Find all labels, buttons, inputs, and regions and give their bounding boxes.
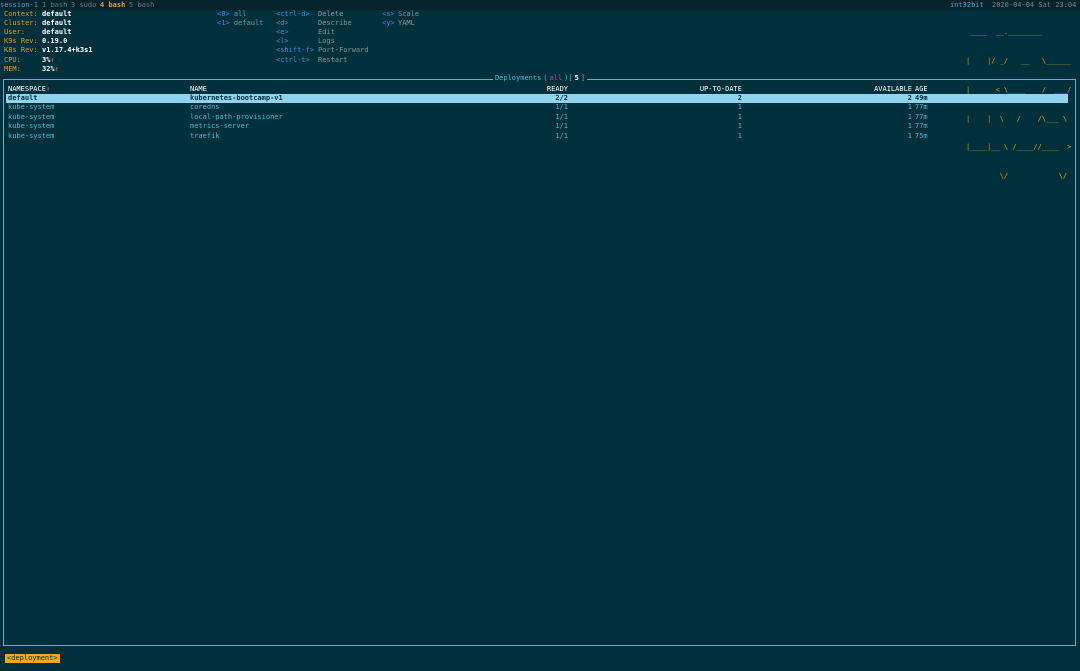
hotkey-port-forward-key[interactable]: <shift-f>	[276, 46, 314, 55]
mem-value: 32%↑	[42, 65, 59, 73]
hotkey-delete-desc: Delete	[318, 10, 344, 18]
cpu-value: 3%↑	[42, 56, 55, 64]
hotkey-edit-desc: Edit	[318, 28, 335, 36]
cell-namespace: kube-system	[8, 122, 55, 130]
cpu-trend-up-icon: ↑	[50, 56, 55, 64]
cell-namespace: kube-system	[8, 103, 55, 111]
tmux-window-4-current[interactable]: 4 bash	[100, 1, 125, 10]
user-label: User:	[4, 28, 26, 36]
cell-available: 1	[907, 122, 912, 130]
cell-up-to-date: 1	[737, 103, 742, 111]
tmux-window-3[interactable]: 3 sudo	[71, 1, 96, 10]
cluster-value: default	[42, 19, 72, 27]
cell-namespace: kube-system	[8, 112, 55, 121]
cell-ready: 1/1	[555, 103, 568, 111]
cell-name: traefik	[190, 131, 220, 140]
cell-available: 1	[907, 112, 912, 121]
hotkey-scale-key[interactable]: <s>	[382, 10, 395, 19]
cpu-label: CPU:	[4, 56, 21, 64]
table-row[interactable]: kube-system metrics-server 1/1 1 1 77m	[6, 122, 1068, 131]
hotkey-restart-key[interactable]: <ctrl-t>	[276, 56, 310, 65]
cell-age: 77m	[915, 122, 928, 130]
cell-available: 2	[907, 93, 912, 102]
table-row-selected[interactable]: default kubernetes-bootcamp-v1 2/2 2 2 49m	[6, 93, 1068, 103]
context-value: default	[42, 10, 72, 18]
logo-line: | |/ _/ __ \______	[966, 56, 1072, 65]
context-label: Context:	[4, 10, 38, 18]
cell-up-to-date: 2	[737, 93, 742, 102]
namespace-shortcut-default[interactable]: <1> default	[217, 19, 263, 28]
cell-namespace: default	[8, 93, 38, 102]
cluster-label: Cluster:	[4, 19, 38, 27]
panel-count: 5	[573, 74, 580, 82]
hotkey-logs-desc: Logs	[318, 37, 335, 45]
hotkey-delete-key[interactable]: <ctrl-d>	[276, 10, 310, 19]
table-row[interactable]: kube-system traefik 1/1 1 1 75m	[6, 132, 1068, 141]
k8s-rev-value: v1.17.4+k3s1	[42, 46, 93, 54]
k9s-rev-label: K9s Rev:	[4, 37, 38, 45]
hotkey-yaml-key[interactable]: <y>	[382, 19, 395, 28]
tmux-status-bar: session-1 1 bash 3 sudo 4 bash 5 bash in…	[0, 0, 1080, 10]
cell-available: 1	[907, 103, 912, 111]
cell-name: coredns	[190, 103, 220, 111]
cell-name: local-path-provisioner	[190, 112, 283, 121]
mem-label: MEM:	[4, 65, 21, 73]
cell-up-to-date: 1	[737, 122, 742, 130]
hotkey-restart-desc: Restart	[318, 56, 348, 64]
mem-trend-up-icon: ↑	[54, 65, 59, 73]
tmux-session-name[interactable]: session-1	[0, 1, 38, 10]
k8s-rev-label: K8s Rev:	[4, 46, 38, 54]
hotkey-logs-key[interactable]: <l>	[276, 37, 289, 46]
hotkey-describe-desc: Describe	[318, 19, 352, 27]
k9s-rev-value: 0.19.0	[42, 37, 68, 45]
logo-line: ____ __.________	[966, 28, 1072, 37]
cell-ready: 1/1	[555, 112, 568, 121]
user-value: default	[42, 28, 72, 36]
deployments-panel-title: Deployments(all)[5]	[492, 74, 588, 82]
cell-available: 1	[907, 131, 912, 140]
cell-age: 77m	[915, 103, 928, 111]
cell-name: kubernetes-bootcamp-v1	[190, 93, 283, 102]
cell-age: 77m	[915, 112, 928, 121]
cell-namespace: kube-system	[8, 131, 55, 140]
hotkey-port-forward-desc: Port-Forward	[318, 46, 369, 54]
cell-up-to-date: 1	[737, 112, 742, 121]
cell-age: 49m	[915, 93, 928, 102]
deployments-panel	[3, 79, 1076, 646]
cell-ready: 1/1	[555, 131, 568, 140]
cell-name: metrics-server	[190, 122, 250, 130]
cell-ready: 2/2	[555, 93, 568, 102]
tmux-window-5[interactable]: 5 bash	[129, 1, 154, 10]
tmux-window-1[interactable]: 1 bash	[42, 1, 67, 10]
cell-ready: 1/1	[555, 122, 568, 130]
namespace-shortcut-all[interactable]: <0> all	[217, 10, 247, 19]
table-row[interactable]: kube-system local-path-provisioner 1/1 1 1 77…	[6, 113, 1068, 122]
panel-scope: all	[548, 74, 564, 82]
table-row[interactable]: kube-system coredns 1/1 1 1 77m	[6, 103, 1068, 112]
cell-up-to-date: 1	[737, 131, 742, 140]
breadcrumb-deployment[interactable]: <deployment>	[5, 654, 60, 663]
hotkey-scale-desc: Scale	[398, 10, 420, 18]
hotkey-describe-key[interactable]: <d>	[276, 19, 289, 28]
hotkey-yaml-desc: YAML	[398, 19, 415, 27]
hotkey-edit-key[interactable]: <e>	[276, 28, 289, 37]
cell-age: 75m	[915, 131, 928, 140]
sort-ascending-icon: ↑	[45, 85, 51, 93]
